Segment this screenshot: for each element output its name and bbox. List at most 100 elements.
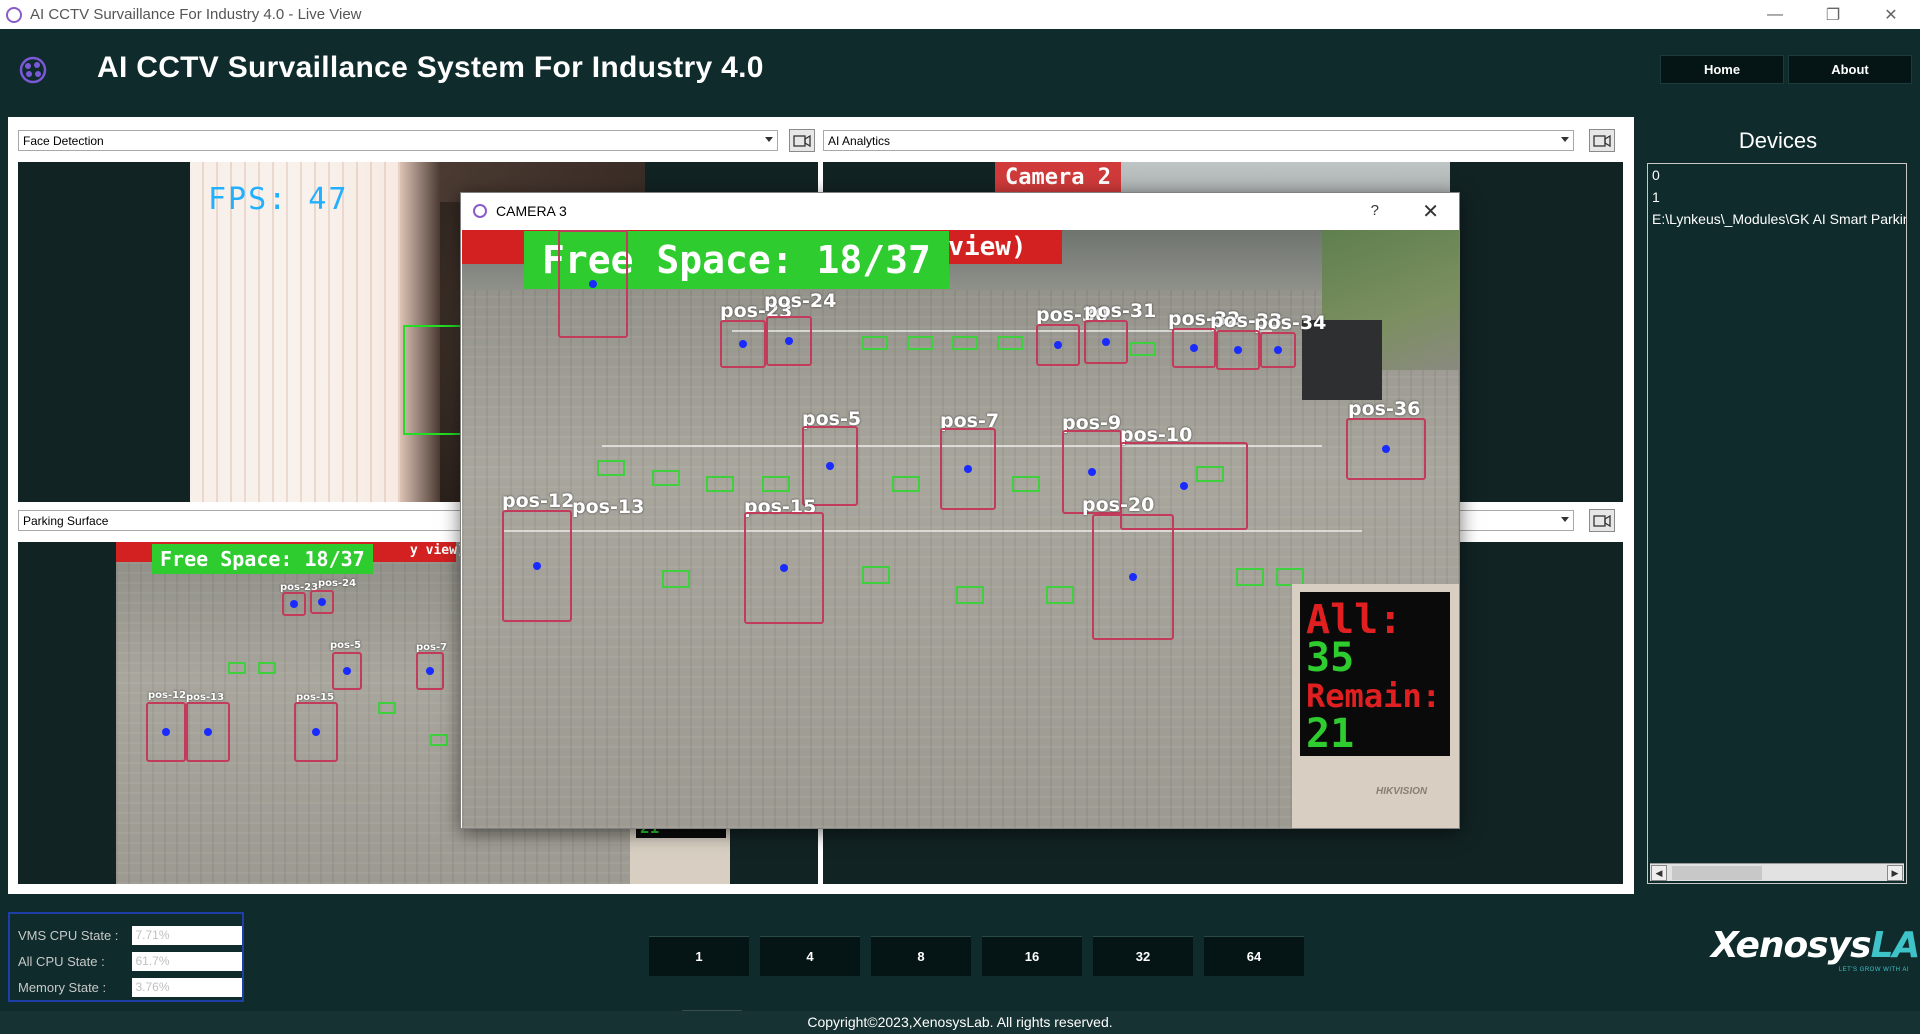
vehicle-detection-box [1346,418,1426,480]
vehicle-detection-box [146,702,186,762]
brand-logo: XenosysLAB LET'S GROW WITH AI [1711,925,1920,975]
free-slot-box [597,460,625,476]
free-slot-box [952,336,978,350]
vehicle-detection-box [744,512,824,624]
scroll-thumb[interactable] [1672,866,1762,880]
grid-1-button[interactable]: 1 [649,936,749,976]
view-3-source-value: Parking Surface [23,513,109,528]
free-slot-box [430,734,448,746]
grid-64-button[interactable]: 64 [1204,936,1304,976]
window-titlebar: AI CCTV Survaillance For Industry 4.0 - … [0,0,1920,29]
vehicle-detection-box [766,316,812,366]
view-2-source-select[interactable]: AI Analytics [823,130,1574,151]
status-row: Memory State : 3.76% [18,974,242,1000]
restore-button[interactable]: ❐ [1804,0,1862,29]
free-slot-box [956,586,984,604]
free-slot-box [1236,568,1264,586]
vehicle-detection-box [1172,328,1216,368]
vehicle-detection-box [802,426,858,506]
help-button[interactable]: ? [1371,202,1379,219]
face-detection-box [403,325,463,435]
home-button[interactable]: Home [1660,55,1784,84]
scroll-left-button[interactable]: ◀ [1651,865,1667,881]
free-slot-box [1046,586,1074,604]
vehicle-detection-box [294,702,338,762]
free-slot-box [228,662,246,674]
view-1-source-select[interactable]: Face Detection [18,130,778,151]
video-camera-icon [793,134,811,147]
device-item[interactable]: E:\Lynkeus\_Modules\GK AI Smart Parking [1648,208,1906,230]
lane-line [502,530,1362,532]
about-button[interactable]: About [1788,55,1912,84]
camera-3-video[interactable]: y view) Free Space: 18/37 pos-23 pos-24 … [462,230,1459,828]
app-icon [6,6,22,23]
sign-brand-text: HIKVISION [1376,786,1428,797]
all-cpu-value: 61.7% [132,951,242,971]
chevron-down-icon [1561,137,1569,142]
devices-title: Devices [1738,128,1818,153]
sign-remain-value: 21 [1306,711,1355,757]
view-1-source-value: Face Detection [23,133,104,148]
vms-cpu-value: 7.71% [132,925,242,945]
grid-16-button[interactable]: 16 [982,936,1082,976]
grid-8-button[interactable]: 8 [871,936,971,976]
devices-horizontal-scrollbar[interactable]: ◀ ▶ [1650,863,1904,881]
free-slot-box [652,470,680,486]
position-label: pos-24 [318,578,357,589]
camera-3-dialog: CAMERA 3 ? ✕ y view) Free Space: 18/37 p… [460,192,1460,829]
scroll-right-button[interactable]: ▶ [1887,865,1903,881]
brand-name-part: LAB [1870,925,1920,966]
view-1-camera-button[interactable] [789,129,815,152]
free-slot-box [907,336,933,350]
close-dialog-button[interactable]: ✕ [1422,199,1439,224]
position-label: pos-12 [502,490,575,512]
status-row: VMS CPU State : 7.71% [18,922,242,948]
vehicle-detection-box [940,428,996,510]
camera-2-label: Camera 2 [995,162,1121,193]
position-label: pos-13 [572,496,645,518]
vehicle-detection-box [1036,324,1080,366]
brand-tagline: LET'S GROW WITH AI [1838,967,1909,973]
position-label: pos-31 [1084,300,1157,322]
minimize-button[interactable]: — [1746,0,1804,29]
vehicle-detection-box [1092,514,1174,640]
app-title: AI CCTV Survaillance System For Industry… [97,51,764,84]
system-status-panel: VMS CPU State : 7.71% All CPU State : 61… [8,912,244,1002]
devices-panel: Devices 0 1 E:\Lynkeus\_Modules\GK AI Sm… [1644,117,1912,894]
device-item[interactable]: 1 [1648,186,1906,208]
parking-sign-screen: All: 35 Remain: 21 [1300,592,1450,756]
free-slot-box [1196,466,1224,482]
view-2-camera-button[interactable] [1589,129,1615,152]
window-controls: — ❐ ✕ [1746,0,1920,29]
brain-logo-icon [19,56,47,84]
vehicle-detection-box [332,652,362,690]
position-label: pos-36 [1348,398,1421,420]
alert-strip-text: y view) [410,543,465,558]
memory-value: 3.76% [132,977,242,997]
footer-copyright: Copyright©2023,XenosysLab. All rights re… [0,1011,1920,1034]
brand-name: XenosysLAB [1711,925,1920,966]
sign-all-value: 35 [1306,635,1355,681]
vehicle-detection-box [416,652,444,690]
position-label: pos-34 [1254,312,1327,334]
vms-cpu-label: VMS CPU State : [18,927,119,943]
vehicle-detection-box [1216,330,1260,370]
free-slot-box [258,662,276,674]
sign-remain-label: Remain: [1306,677,1441,715]
status-row: All CPU State : 61.7% [18,948,242,974]
close-window-button[interactable]: ✕ [1862,0,1920,29]
vehicle-detection-box [1084,320,1128,364]
grid-32-button[interactable]: 32 [1093,936,1193,976]
position-label: pos-20 [1082,494,1155,516]
free-slot-box [892,476,920,492]
memory-label: Memory State : [18,979,107,995]
device-item[interactable]: 0 [1648,164,1906,186]
devices-list[interactable]: 0 1 E:\Lynkeus\_Modules\GK AI Smart Park… [1647,163,1907,884]
parking-sign: All: 35 Remain: 21 HIKVISION [1292,584,1459,828]
position-label: pos-24 [764,290,837,312]
dialog-titlebar: CAMERA 3 ? ✕ [461,193,1459,229]
grid-4-button[interactable]: 4 [760,936,860,976]
free-slot-box [1012,476,1040,492]
view-4-camera-button[interactable] [1589,509,1615,532]
chevron-down-icon [765,137,773,142]
